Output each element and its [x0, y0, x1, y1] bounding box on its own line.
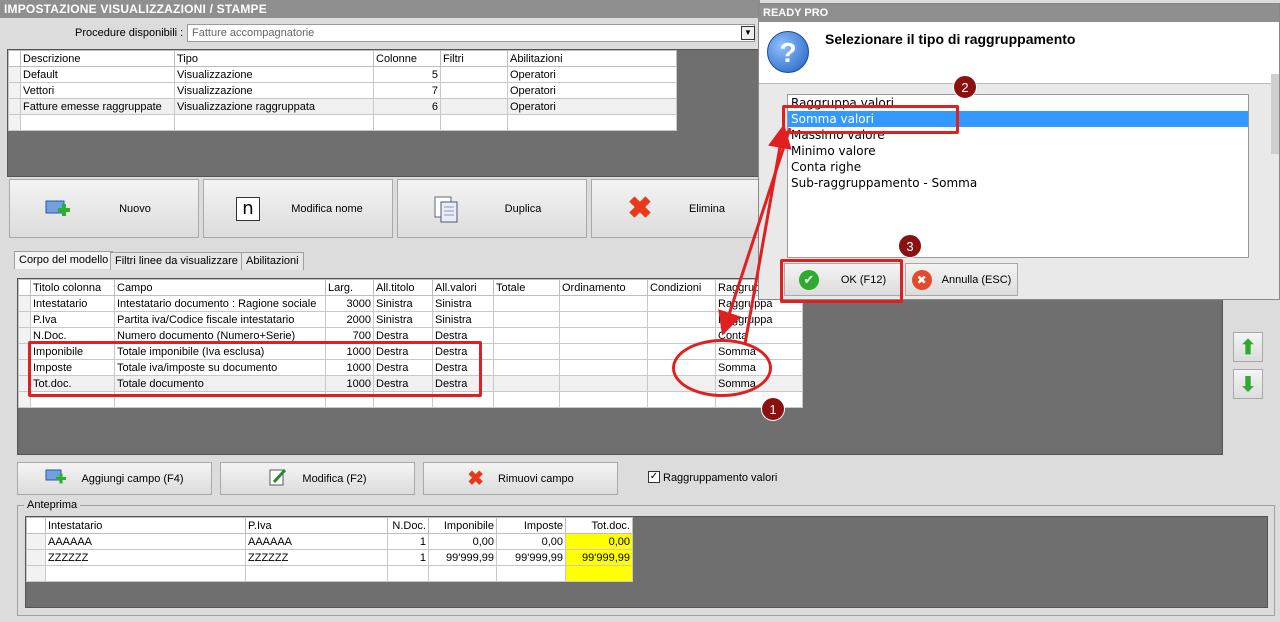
step-badge-1: 1	[761, 397, 785, 421]
annotation-arrows	[718, 124, 792, 345]
arrow-to-ragg-column	[718, 127, 792, 336]
step-badge-2: 2	[953, 75, 977, 99]
step-badge-3: 3	[898, 234, 922, 258]
